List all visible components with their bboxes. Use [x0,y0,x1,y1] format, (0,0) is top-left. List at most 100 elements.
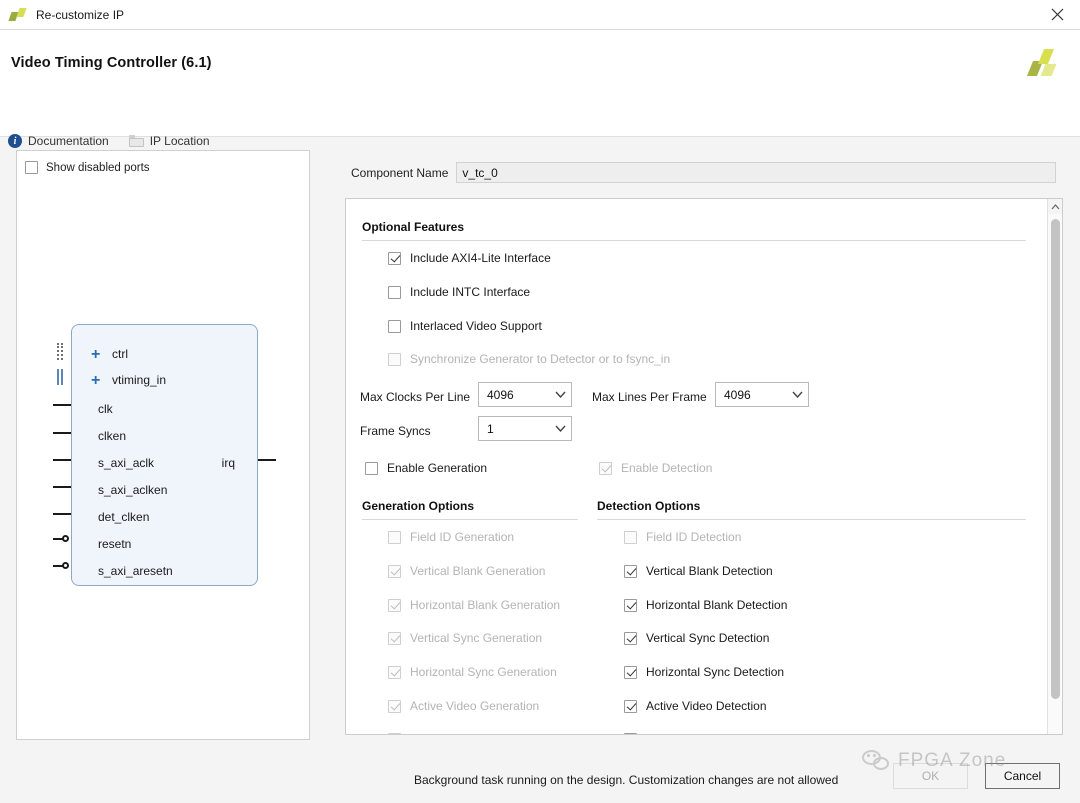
det-clken-stub-icon [53,513,71,515]
horizontal-blank-generation-label: Horizontal Blank Generation [410,598,561,612]
option-horizontal-sync-generation: Horizontal Sync Generation [388,665,557,679]
interlaced-video-box[interactable] [388,319,401,333]
folder-icon [128,135,144,147]
enable-generation-label: Enable Generation [387,461,488,475]
close-icon[interactable] [1034,0,1080,29]
window-title: Re-customize IP [36,7,125,22]
vtiming-in-expand-icon[interactable]: + [91,373,100,389]
s-axi-aclk-stub-icon [53,459,71,461]
dialog-header: Video Timing Controller (6.1) i Document… [0,30,1080,148]
max-lines-per-frame-value: 4096 [724,387,751,402]
port-clk: clk [98,402,113,416]
port-s-axi-aclken: s_axi_aclken [98,483,168,497]
ip-options-content: Optional Features Include AXI4-Lite Inte… [346,199,1046,734]
component-name-row: Component Name [337,155,1064,190]
option-active-video-generation: Active Video Generation [388,699,539,713]
max-lines-per-frame-label: Max Lines Per Frame [592,390,707,404]
ip-block-diagram: + ctrl + vtiming_in clk clken s_axi_aclk… [17,151,311,741]
documentation-link[interactable]: i Documentation [8,134,109,148]
options-vertical-scrollbar[interactable] [1047,199,1062,734]
include-intc-label: Include INTC Interface [410,285,531,299]
field-id-generation-box [388,530,401,544]
option-vertical-sync-detection[interactable]: Vertical Sync Detection [624,631,769,645]
option-include-axi4-lite[interactable]: Include AXI4-Lite Interface [388,251,551,265]
vivado-logo-icon [8,7,28,22]
scrollbar-thumb[interactable] [1051,219,1060,699]
vertical-blank-detection-box[interactable] [624,564,637,578]
option-vertical-sync-generation: Vertical Sync Generation [388,631,542,645]
frame-syncs-select[interactable]: 1 [478,416,572,441]
port-s-axi-aresetn: s_axi_aresetn [98,564,173,578]
max-lines-per-frame-select[interactable]: 4096 [715,382,809,407]
cancel-button[interactable]: Cancel [985,763,1060,789]
ctrl-bus-stub-icon [57,343,65,360]
title-bar: Re-customize IP [0,0,1080,30]
port-ctrl: ctrl [112,347,128,361]
option-vertical-blank-detection[interactable]: Vertical Blank Detection [624,564,773,578]
chevron-down-icon [549,425,571,432]
ok-button[interactable]: OK [893,763,968,789]
status-message: Background task running on the design. C… [414,773,839,787]
field-id-detection-label: Field ID Detection [646,530,742,544]
horizontal-blank-detection-label: Horizontal Blank Detection [646,598,788,612]
horizontal-sync-detection-label: Horizontal Sync Detection [646,665,785,679]
option-interlaced-video[interactable]: Interlaced Video Support [388,319,542,333]
xilinx-logo-icon [1026,47,1062,81]
detection-options-title: Detection Options [597,499,701,513]
option-active-chroma-detection[interactable]: Active Chroma Detection [624,732,779,734]
include-intc-box[interactable] [388,285,401,299]
ip-location-link[interactable]: IP Location [128,134,210,148]
include-axi4-lite-box[interactable] [388,251,401,265]
vertical-sync-detection-box[interactable] [624,631,637,645]
re-customize-ip-window: Re-customize IP Video Timing Controller … [0,0,1080,803]
active-chroma-generation-box [388,732,401,734]
active-chroma-detection-box[interactable] [624,732,637,734]
horizontal-sync-generation-label: Horizontal Sync Generation [410,665,557,679]
horizontal-sync-detection-box[interactable] [624,665,637,679]
option-include-intc[interactable]: Include INTC Interface [388,285,530,299]
option-field-id-detection: Field ID Detection [624,530,741,544]
vertical-blank-generation-label: Vertical Blank Generation [410,564,546,578]
enable-detection-box [599,461,612,475]
port-irq: irq [221,456,235,470]
generation-options-title: Generation Options [362,499,475,513]
active-video-detection-box[interactable] [624,699,637,713]
option-horizontal-blank-detection[interactable]: Horizontal Blank Detection [624,598,787,612]
irq-stub-icon [258,459,276,461]
page-title: Video Timing Controller (6.1) [11,55,212,71]
active-chroma-detection-label: Active Chroma Detection [646,732,779,734]
optional-features-title: Optional Features [362,220,465,234]
active-video-generation-label: Active Video Generation [410,699,540,713]
horizontal-sync-generation-box [388,665,401,679]
component-name-input[interactable] [456,162,1057,183]
active-video-detection-label: Active Video Detection [646,699,767,713]
option-horizontal-sync-detection[interactable]: Horizontal Sync Detection [624,665,784,679]
vertical-sync-generation-box [388,631,401,645]
option-synchronize-generator: Synchronize Generator to Detector or to … [388,352,670,366]
component-name-label: Component Name [351,165,449,180]
chevron-down-icon [549,391,571,398]
port-vtiming-in: vtiming_in [112,373,167,387]
synchronize-generator-box [388,352,401,366]
vertical-blank-generation-box [388,564,401,578]
option-enable-generation[interactable]: Enable Generation [365,461,487,475]
horizontal-blank-detection-box[interactable] [624,598,637,612]
max-clocks-per-line-select[interactable]: 4096 [478,382,572,407]
header-links: i Documentation IP Location [8,134,210,148]
resetn-invert-dot-icon [62,535,69,542]
horizontal-blank-generation-box [388,598,401,612]
ctrl-expand-icon[interactable]: + [91,347,100,363]
port-clken: clken [98,429,127,443]
scroll-up-icon[interactable] [1048,199,1062,214]
max-clocks-per-line-value: 4096 [487,387,514,402]
vertical-sync-detection-label: Vertical Sync Detection [646,631,770,645]
enable-detection-label: Enable Detection [621,461,713,475]
port-s-axi-aclk: s_axi_aclk [98,456,155,470]
vertical-blank-detection-label: Vertical Blank Detection [646,564,773,578]
enable-generation-box[interactable] [365,461,378,475]
option-active-video-detection[interactable]: Active Video Detection [624,699,767,713]
ip-block-body: + ctrl + vtiming_in clk clken s_axi_aclk… [71,324,258,586]
optional-features-rule [362,240,1026,241]
field-id-detection-box [624,530,637,544]
active-chroma-generation-label: Active Chroma Generation [410,732,551,734]
